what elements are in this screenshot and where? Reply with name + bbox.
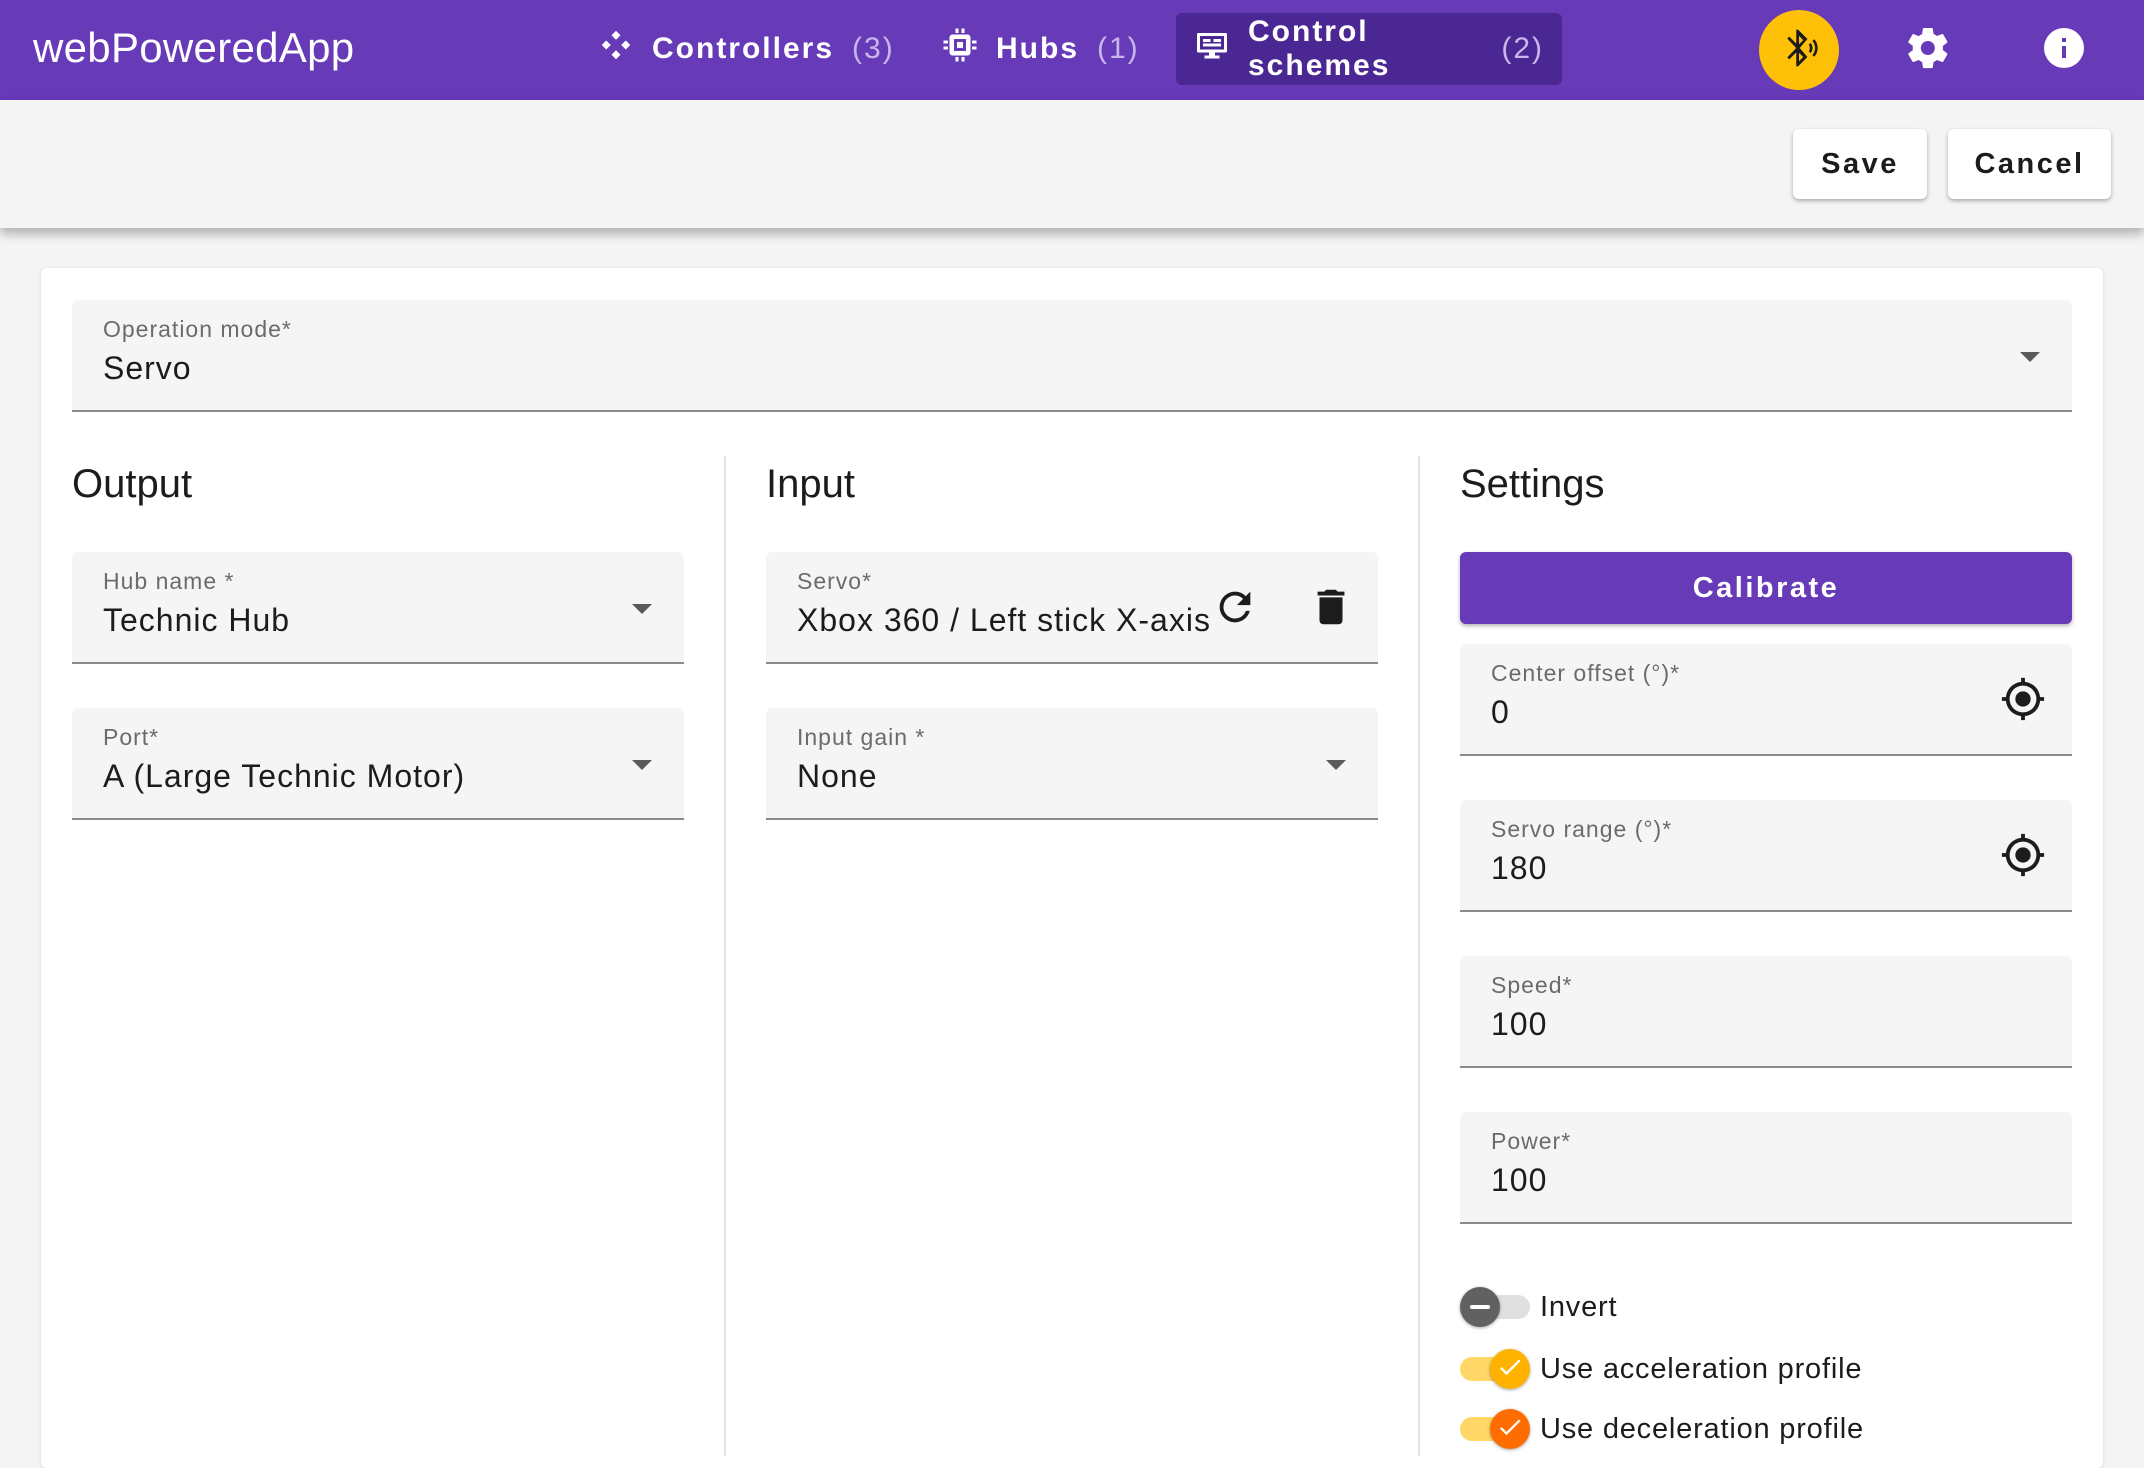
info-icon xyxy=(2040,24,2088,77)
servo-input-label: Servo* xyxy=(797,568,873,594)
crosshair-icon[interactable] xyxy=(2000,676,2046,722)
input-gain-select[interactable]: Input gain * None xyxy=(766,708,1378,820)
top-app-bar: webPoweredApp Controllers (3) Hubs (1) C… xyxy=(0,0,2144,100)
hub-name-select[interactable]: Hub name * Technic Hub xyxy=(72,552,684,664)
control-scheme-icon xyxy=(1194,27,1230,71)
power-label: Power* xyxy=(1491,1128,1572,1154)
center-offset-field[interactable]: Center offset (°)* 0 xyxy=(1460,644,2072,756)
chevron-down-icon xyxy=(632,604,652,614)
toggle-switch-on[interactable] xyxy=(1460,1349,1530,1389)
column-divider xyxy=(724,456,726,1456)
power-value: 100 xyxy=(1491,1162,1548,1198)
acceleration-profile-label: Use acceleration profile xyxy=(1540,1352,1863,1385)
save-button[interactable]: Save xyxy=(1793,129,1927,199)
tab-hubs[interactable]: Hubs (1) xyxy=(924,13,1138,85)
calibrate-button[interactable]: Calibrate xyxy=(1460,552,2072,624)
input-title: Input xyxy=(766,462,855,506)
bluetooth-icon xyxy=(1777,26,1821,75)
tab-control-schemes-count: (2) xyxy=(1501,32,1544,65)
invert-label: Invert xyxy=(1540,1290,1618,1323)
toggle-switch-on[interactable] xyxy=(1460,1409,1530,1449)
chevron-down-icon xyxy=(632,760,652,770)
column-divider xyxy=(1418,456,1420,1456)
hub-name-label: Hub name * xyxy=(103,568,235,594)
settings-button[interactable] xyxy=(1900,22,1956,78)
tab-hubs-label: Hubs xyxy=(996,32,1079,65)
hub-name-value: Technic Hub xyxy=(103,602,291,638)
chevron-down-icon xyxy=(2020,352,2040,362)
cancel-button[interactable]: Cancel xyxy=(1948,129,2111,199)
port-label: Port* xyxy=(103,724,160,750)
delete-icon[interactable] xyxy=(1308,584,1354,630)
check-icon xyxy=(1496,1413,1524,1446)
chip-icon xyxy=(942,27,978,71)
center-offset-value: 0 xyxy=(1491,694,1510,730)
info-button[interactable] xyxy=(2036,22,2092,78)
operation-mode-select[interactable]: Operation mode* Servo xyxy=(72,300,2072,412)
chevron-down-icon xyxy=(1326,760,1346,770)
tab-controllers[interactable]: Controllers (3) xyxy=(580,13,893,85)
deceleration-profile-toggle[interactable]: Use deceleration profile xyxy=(1460,1404,1864,1454)
input-gain-value: None xyxy=(797,758,878,794)
tab-control-schemes-label: Control schemes xyxy=(1248,15,1391,82)
speed-field[interactable]: Speed* 100 xyxy=(1460,956,2072,1068)
operation-mode-label: Operation mode* xyxy=(103,316,292,342)
tab-control-schemes[interactable]: Control schemes (2) xyxy=(1176,13,1562,85)
speed-label: Speed* xyxy=(1491,972,1573,998)
crosshair-icon[interactable] xyxy=(2000,832,2046,878)
tab-controllers-count: (3) xyxy=(852,32,895,65)
invert-toggle[interactable]: Invert xyxy=(1460,1282,1617,1332)
speed-value: 100 xyxy=(1491,1006,1548,1042)
servo-input-field[interactable]: Servo* Xbox 360 / Left stick X-axis xyxy=(766,552,1378,664)
tab-controllers-label: Controllers xyxy=(652,32,835,65)
minus-icon xyxy=(1470,1305,1490,1309)
gamepad-icon xyxy=(598,27,634,71)
deceleration-profile-label: Use deceleration profile xyxy=(1540,1412,1864,1445)
action-bar: Save Cancel xyxy=(0,100,2144,228)
servo-range-value: 180 xyxy=(1491,850,1548,886)
bluetooth-button[interactable] xyxy=(1759,10,1839,90)
output-title: Output xyxy=(72,462,193,506)
gear-icon xyxy=(1904,24,1952,77)
servo-range-field[interactable]: Servo range (°)* 180 xyxy=(1460,800,2072,912)
app-title: webPoweredApp xyxy=(33,24,355,71)
port-select[interactable]: Port* A (Large Technic Motor) xyxy=(72,708,684,820)
check-icon xyxy=(1496,1353,1524,1386)
acceleration-profile-toggle[interactable]: Use acceleration profile xyxy=(1460,1344,1862,1394)
servo-input-value: Xbox 360 / Left stick X-axis xyxy=(797,602,1209,638)
tab-hubs-count: (1) xyxy=(1097,32,1140,65)
toggle-switch-off[interactable] xyxy=(1460,1287,1530,1327)
center-offset-label: Center offset (°)* xyxy=(1491,660,1681,686)
port-value: A (Large Technic Motor) xyxy=(103,758,466,794)
refresh-icon[interactable] xyxy=(1212,584,1258,630)
power-field[interactable]: Power* 100 xyxy=(1460,1112,2072,1224)
settings-title: Settings xyxy=(1460,462,1605,506)
servo-range-label: Servo range (°)* xyxy=(1491,816,1673,842)
operation-mode-value: Servo xyxy=(103,350,192,386)
input-gain-label: Input gain * xyxy=(797,724,926,750)
